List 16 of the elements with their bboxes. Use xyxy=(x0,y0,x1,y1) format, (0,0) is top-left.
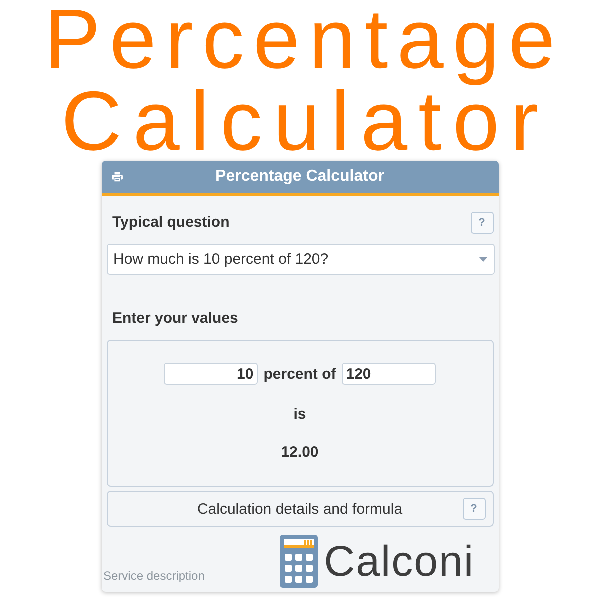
details-toggle[interactable]: Calculation details and formula xyxy=(197,500,403,518)
logo-text: Calconi xyxy=(324,536,474,586)
printer-icon[interactable] xyxy=(112,172,123,182)
result-value: 12.00 xyxy=(281,443,319,463)
title-line: Percentage xyxy=(44,6,564,87)
question-dropdown[interactable]: How much is 10 percent of 120? xyxy=(106,244,494,275)
caret-icon xyxy=(478,257,488,262)
percent-input[interactable]: 10 xyxy=(164,363,258,385)
title-line: Calculator xyxy=(61,87,550,155)
values-heading: Enter your values xyxy=(112,310,238,326)
percent-of-label: percent of xyxy=(264,366,336,382)
calculator-icon xyxy=(280,535,318,588)
base-value-input[interactable]: 120 xyxy=(342,363,436,385)
panel-title: Percentage Calculator xyxy=(216,168,384,186)
result-label: is xyxy=(294,405,306,425)
question-label: Typical question xyxy=(112,214,230,231)
